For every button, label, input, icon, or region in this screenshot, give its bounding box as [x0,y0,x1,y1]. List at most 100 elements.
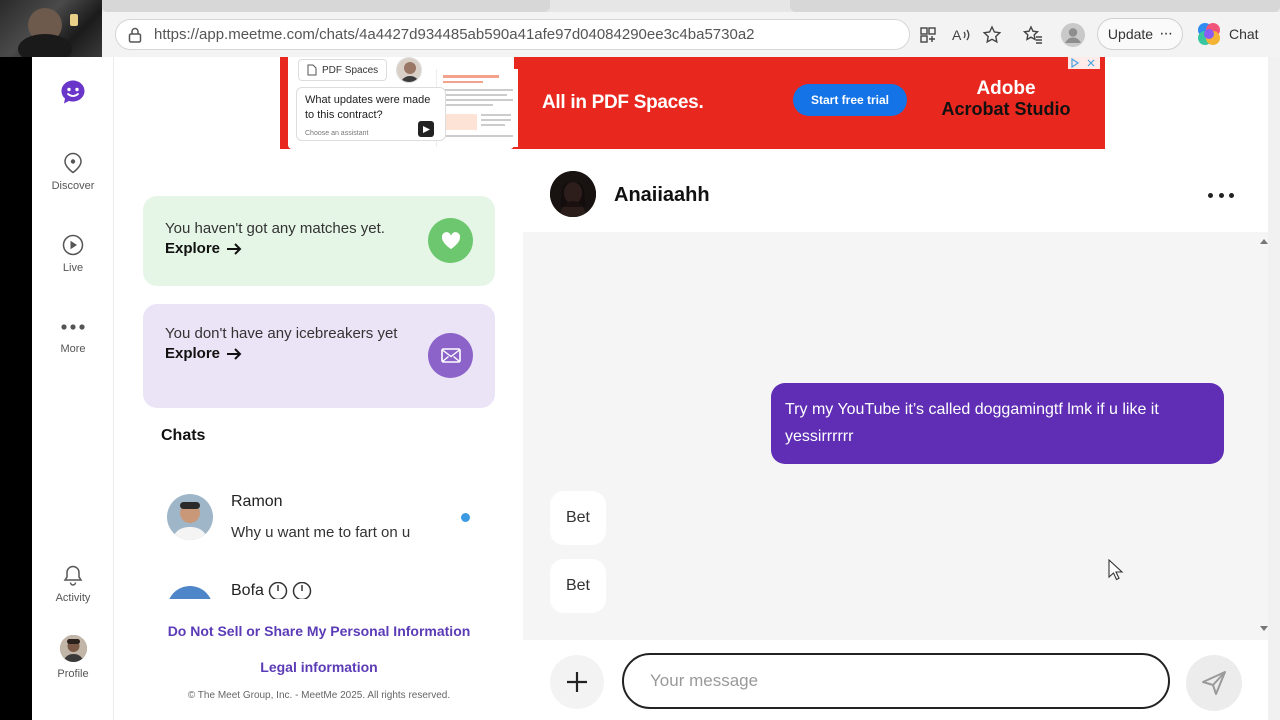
favorite-star-icon[interactable] [979,22,1005,48]
explore-matches-link[interactable]: Explore [165,240,473,257]
message-scrollbar[interactable] [1260,232,1268,640]
envelope-icon [428,333,473,378]
scroll-up-icon[interactable] [1260,238,1268,244]
app-available-icon[interactable] [915,22,941,48]
conversation-more-icon[interactable] [1208,185,1234,205]
ad-document-thumbnail [436,69,518,147]
ad-preview-card: PDF Spaces What updates were made to thi… [288,57,518,149]
legal-information-link[interactable]: Legal information [143,659,495,675]
bell-icon [63,565,83,586]
sidebar-item-live[interactable]: Live [32,234,114,274]
sidebar-item-label: Live [62,262,84,274]
ad-avatar [396,57,422,83]
chats-heading: Chats [161,427,206,444]
ad-brand-line1: Adobe [976,78,1036,99]
url-text: https://app.meetme.com/chats/4a4427d9344… [154,26,755,43]
timer-icon [292,582,312,599]
meetme-page: Discover Live More Activity Profile PDF … [32,57,1268,720]
browser-tab[interactable] [790,0,1280,12]
attach-plus-button[interactable] [550,655,604,709]
ad-brand-line2: Acrobat Studio [941,99,1071,119]
sidebar-item-profile[interactable]: Profile [32,635,114,680]
ad-send-icon [418,121,434,137]
svg-text:A: A [952,27,962,43]
lock-icon [128,27,142,43]
unread-indicator [461,513,470,522]
more-dots-icon [61,324,85,330]
conversation-contact-name[interactable]: Anaiiaahh [614,184,710,207]
left-nav-rail: Discover Live More Activity Profile [32,57,114,720]
tab-strip [102,0,1280,12]
webcam-overlay [0,0,102,57]
sidebar-item-label: Activity [55,592,91,604]
avatar[interactable] [550,171,596,217]
favorites-list-icon[interactable] [1020,22,1046,48]
matches-text: You haven't got any matches yet. [165,220,385,237]
adchoices-icon[interactable] [1068,57,1100,69]
icebreakers-text: You don't have any icebreakers yet [165,325,398,342]
sidebar-item-discover[interactable]: Discover [32,152,114,192]
read-aloud-icon[interactable]: A [948,22,974,48]
send-arrow-icon [1202,671,1226,695]
ad-banner[interactable]: PDF Spaces What updates were made to thi… [280,57,1105,149]
avatar [59,635,87,662]
send-button[interactable] [1186,655,1242,711]
incoming-message: Bet [550,491,606,545]
ad-start-trial-button[interactable]: Start free trial [793,84,907,116]
copilot-chat-button[interactable]: Chat [1196,21,1259,47]
explore-label: Explore [165,345,221,362]
avatar [167,586,213,599]
update-button[interactable]: Update ··· [1097,18,1183,50]
more-dots-icon: ··· [1159,25,1173,42]
outgoing-message: Try my YouTube it’s called doggamingtf l… [771,383,1224,464]
sidebar-item-activity[interactable]: Activity [32,564,114,604]
ad-pill-label: PDF Spaces [322,64,379,76]
address-bar-actions: A [915,22,1086,48]
do-not-sell-link[interactable]: Do Not Sell or Share My Personal Informa… [143,623,495,639]
chat-contact-name: Ramon [231,493,283,510]
location-pin-icon [64,152,82,174]
plus-icon [567,672,587,692]
arrow-right-icon [227,347,242,360]
ad-brand: Adobe Acrobat Studio [936,78,1076,120]
chat-last-message: Why u want me to fart on u [231,524,411,541]
chat-bubble-logo-icon [61,80,85,104]
arrow-right-icon [227,242,242,255]
avatar [167,494,213,540]
chat-list-item[interactable]: Bofa [167,582,477,599]
sidebar-item-label: Discover [51,180,95,192]
chat-list-item[interactable]: Ramon Why u want me to fart on u [167,493,477,554]
address-bar[interactable]: https://app.meetme.com/chats/4a4427d9344… [115,19,910,50]
ad-headline: All in PDF Spaces. [542,92,704,113]
copilot-label: Chat [1229,26,1259,42]
icebreakers-card: You don't have any icebreakers yet Explo… [143,304,495,408]
message-input[interactable] [622,653,1170,709]
mouse-cursor-icon [1108,559,1124,581]
explore-label: Explore [165,240,221,257]
copyright-text: © The Meet Group, Inc. - MeetMe 2025. Al… [187,690,451,701]
meetme-logo[interactable] [32,79,114,105]
scroll-down-icon[interactable] [1260,626,1268,632]
matches-card: You haven't got any matches yet. Explore [143,196,495,286]
profile-avatar-icon[interactable] [1060,22,1086,48]
incoming-message: Bet [550,559,606,613]
chat-contact-name: Bofa [231,582,264,599]
sidebar-item-label: More [60,343,86,355]
sidebar-item-more[interactable]: More [32,317,114,355]
play-circle-icon [62,234,84,256]
conversation-header: Anaiiaahh [523,171,1263,221]
browser-tab[interactable] [102,0,550,12]
explore-icebreakers-link[interactable]: Explore [165,345,405,362]
ad-pdf-spaces-pill: PDF Spaces [298,59,388,81]
sidebar-item-label: Profile [57,668,89,680]
update-label: Update [1107,26,1154,42]
copilot-icon [1198,23,1220,45]
ad-question-text: What updates were made to this contract? [305,94,431,121]
message-composer [523,640,1263,720]
chat-contact-name-row: Bofa [231,582,312,599]
heart-icon [428,218,473,263]
message-thread: Try my YouTube it’s called doggamingtf l… [523,232,1260,640]
document-icon [307,64,317,76]
timer-icon [268,582,288,599]
page-scrollbar[interactable] [1268,57,1280,720]
